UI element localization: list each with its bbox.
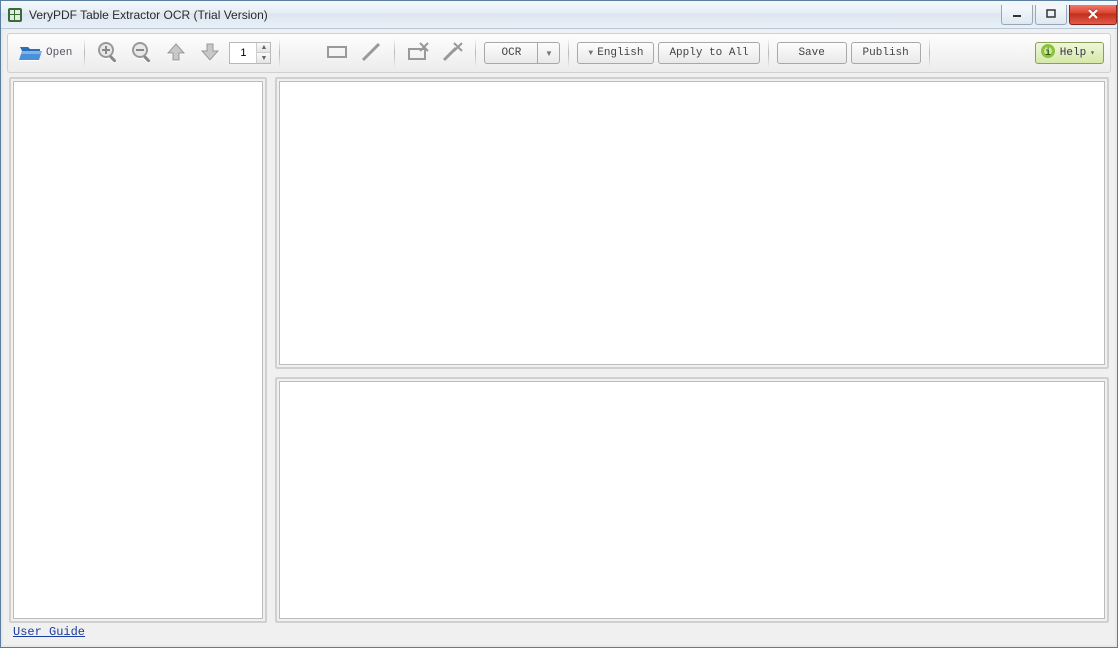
prev-page-button[interactable] [161, 38, 191, 68]
delete-rect-button[interactable] [403, 38, 433, 68]
publish-button[interactable]: Publish [851, 42, 921, 64]
close-button[interactable] [1069, 5, 1117, 25]
apply-to-all-button[interactable]: Apply to All [658, 42, 759, 64]
separator [929, 38, 930, 68]
language-label: English [597, 47, 643, 59]
ocr-button-group: OCR ▼ [484, 42, 560, 64]
user-guide-link[interactable]: User Guide [13, 625, 85, 639]
output-canvas[interactable] [279, 381, 1105, 619]
chevron-down-icon: ▼ [588, 49, 593, 58]
minimize-button[interactable] [1001, 5, 1033, 25]
app-icon [7, 7, 23, 23]
arrow-up-icon [165, 41, 187, 66]
help-icon: i [1040, 43, 1056, 63]
open-label: Open [46, 47, 72, 59]
preview-panel [275, 77, 1109, 369]
zoom-in-button[interactable] [93, 38, 123, 68]
arrow-down-icon [199, 41, 221, 66]
output-panel [275, 377, 1109, 623]
separator [84, 38, 85, 68]
help-button[interactable]: i Help ▾ [1035, 42, 1104, 64]
right-column [275, 77, 1109, 623]
spin-down-icon[interactable]: ▼ [257, 53, 270, 63]
rectangle-delete-icon [406, 40, 430, 67]
separator [768, 38, 769, 68]
open-button[interactable]: Open [14, 38, 76, 68]
client-area: Open [1, 29, 1117, 647]
titlebar[interactable]: VeryPDF Table Extractor OCR (Trial Versi… [1, 1, 1117, 29]
ocr-dropdown-button[interactable]: ▼ [538, 42, 560, 64]
toolbar: Open [7, 33, 1111, 73]
line-icon [359, 40, 383, 67]
source-panel [9, 77, 267, 623]
save-button[interactable]: Save [777, 42, 847, 64]
zoom-out-button[interactable] [127, 38, 157, 68]
footer: User Guide [3, 625, 1115, 645]
delete-line-button[interactable] [437, 38, 467, 68]
zoom-out-icon [130, 40, 154, 67]
app-window: VeryPDF Table Extractor OCR (Trial Versi… [0, 0, 1118, 648]
window-controls [1001, 5, 1117, 25]
svg-text:i: i [1045, 47, 1051, 59]
line-delete-icon [440, 40, 464, 67]
separator [394, 38, 395, 68]
ocr-button[interactable]: OCR [484, 42, 538, 64]
draw-line-button[interactable] [356, 38, 386, 68]
help-label: Help [1060, 47, 1086, 59]
publish-label: Publish [863, 47, 909, 59]
zoom-in-icon [96, 40, 120, 67]
rectangle-icon [325, 40, 349, 67]
page-number-input[interactable] [230, 43, 256, 63]
apply-all-label: Apply to All [669, 47, 748, 59]
save-label: Save [798, 47, 824, 59]
source-canvas[interactable] [13, 81, 263, 619]
language-button[interactable]: ▼ English [577, 42, 654, 64]
ocr-label: OCR [502, 47, 522, 59]
workspace [3, 75, 1115, 625]
page-number-spinner[interactable]: ▲ ▼ [229, 42, 271, 64]
chevron-down-icon: ▼ [545, 49, 553, 58]
spin-up-icon[interactable]: ▲ [257, 43, 270, 53]
separator [568, 38, 569, 68]
chevron-down-icon: ▾ [1090, 48, 1095, 58]
window-title: VeryPDF Table Extractor OCR (Trial Versi… [29, 8, 268, 22]
separator [279, 38, 280, 68]
folder-open-icon [18, 41, 44, 66]
separator [475, 38, 476, 68]
preview-canvas[interactable] [279, 81, 1105, 365]
draw-rect-button[interactable] [322, 38, 352, 68]
maximize-button[interactable] [1035, 5, 1067, 25]
next-page-button[interactable] [195, 38, 225, 68]
